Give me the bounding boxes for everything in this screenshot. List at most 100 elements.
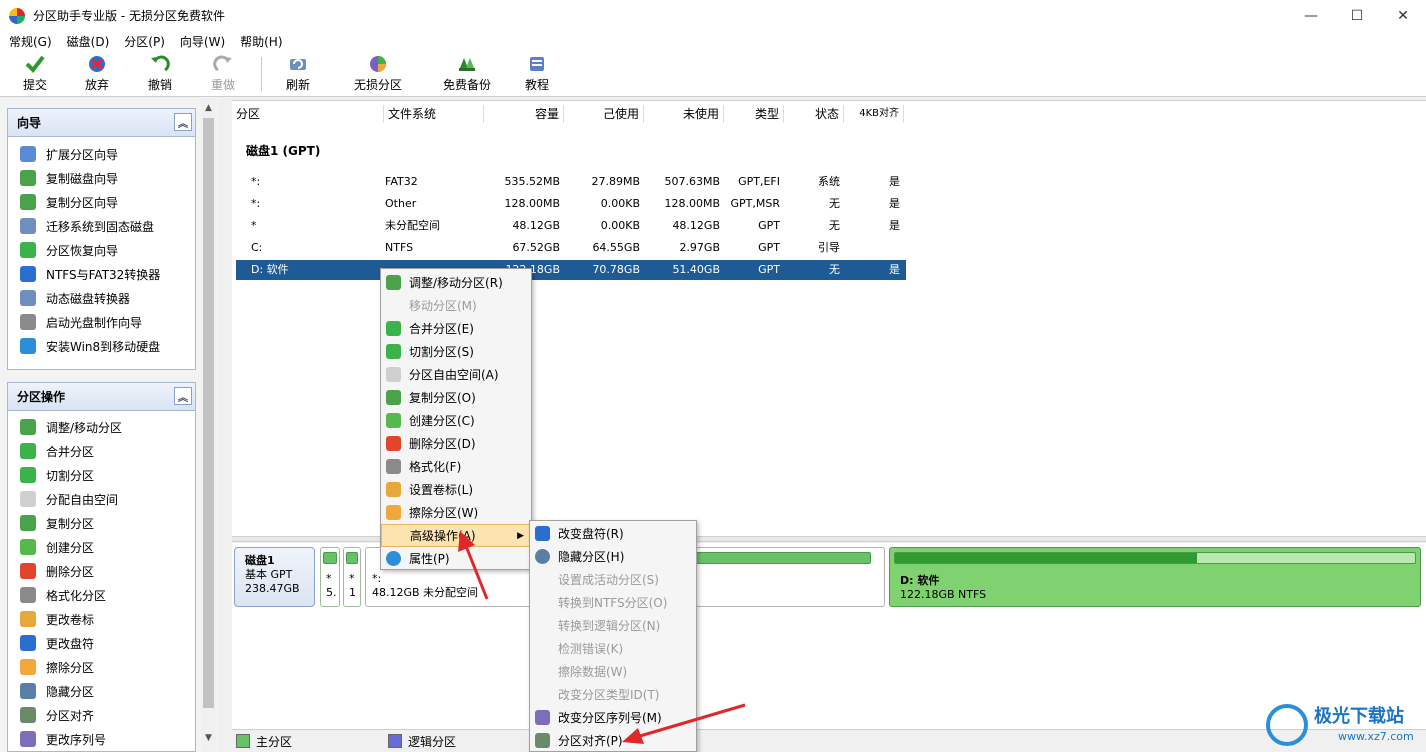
refresh-button[interactable]: 刷新: [281, 54, 315, 94]
sidebar-item-win8-usb[interactable]: 安装Win8到移动硬盘: [8, 334, 195, 358]
sidebar-item-format-partition[interactable]: 格式化分区: [8, 583, 195, 607]
sidebar-item-delete-partition[interactable]: 删除分区: [8, 559, 195, 583]
column-type[interactable]: 类型: [724, 105, 784, 123]
ctx-resize-move[interactable]: 调整/移动分区(R): [381, 271, 531, 294]
ctx-wipe[interactable]: 擦除分区(W): [381, 501, 531, 524]
row-unused: 48.12GB: [672, 219, 720, 232]
sub-set-active[interactable]: 设置成活动分区(S): [530, 568, 696, 591]
ctx-merge[interactable]: 合并分区(E): [381, 317, 531, 340]
partition-block-msr[interactable]: * 1: [343, 547, 361, 607]
column-partition[interactable]: 分区: [232, 105, 384, 123]
align-icon: [535, 733, 550, 748]
table-row[interactable]: * 未分配空间 48.12GB 0.00KB 48.12GB GPT 无 是: [236, 216, 906, 236]
app-logo-icon: [9, 7, 25, 24]
sidebar-item-hide-partition[interactable]: 隐藏分区: [8, 679, 195, 703]
table-row[interactable]: *: Other 128.00MB 0.00KB 128.00MB GPT,MS…: [236, 194, 906, 214]
sidebar-item-copy-partition-wizard[interactable]: 复制分区向导: [8, 190, 195, 214]
menu-general[interactable]: 常规(G): [4, 33, 57, 50]
ctx-properties[interactable]: 属性(P): [381, 547, 531, 570]
row-unused: 128.00MB: [664, 197, 720, 210]
column-status[interactable]: 状态: [784, 105, 844, 123]
column-filesystem[interactable]: 文件系统: [384, 105, 484, 123]
sub-check-errors[interactable]: 检测错误(K): [530, 637, 696, 660]
partition-block-efi[interactable]: * 5.: [320, 547, 340, 607]
ctx-set-label[interactable]: 设置卷标(L): [381, 478, 531, 501]
sidebar-item-label: 迁移系统到固态磁盘: [46, 219, 155, 234]
column-unused[interactable]: 未使用: [644, 105, 724, 123]
sub-change-drive-letter[interactable]: 改变盘符(R): [530, 522, 696, 545]
scrollbar-thumb[interactable]: [203, 118, 214, 708]
split-icon: [386, 344, 401, 359]
sub-partition-align[interactable]: 分区对齐(P): [530, 729, 696, 752]
ctx-copy[interactable]: 复制分区(O): [381, 386, 531, 409]
disk-info-box[interactable]: 磁盘1 基本 GPT 238.47GB: [234, 547, 315, 607]
submit-button[interactable]: 提交: [18, 54, 52, 94]
close-button[interactable]: ✕: [1380, 0, 1426, 31]
undo-button[interactable]: 撤销: [143, 54, 177, 94]
column-4kb-align[interactable]: 4KB对齐: [844, 105, 904, 123]
free-backup-button[interactable]: 免费备份: [439, 54, 495, 94]
menu-help[interactable]: 帮助(H): [235, 33, 287, 50]
sidebar-item-partition-recovery[interactable]: 分区恢复向导: [8, 238, 195, 262]
minimize-button[interactable]: —: [1288, 0, 1334, 31]
sub-change-serial[interactable]: 改变分区序列号(M): [530, 706, 696, 729]
sidebar-item-change-label[interactable]: 更改卷标: [8, 607, 195, 631]
sidebar-item-label: 更改盘符: [46, 636, 95, 651]
ctx-create[interactable]: 创建分区(C): [381, 409, 531, 432]
sidebar-item-merge[interactable]: 合并分区: [8, 439, 195, 463]
sidebar-item-migrate-ssd[interactable]: 迁移系统到固态磁盘: [8, 214, 195, 238]
sidebar-scrollbar[interactable]: ▲ ▼: [201, 98, 216, 752]
sidebar-item-extend-wizard[interactable]: 扩展分区向导: [8, 142, 195, 166]
redo-label: 重做: [210, 78, 235, 92]
sidebar-item-dynamic-disk-converter[interactable]: 动态磁盘转换器: [8, 286, 195, 310]
ctx-format[interactable]: 格式化(F): [381, 455, 531, 478]
sub-convert-logical[interactable]: 转换到逻辑分区(N): [530, 614, 696, 637]
table-row-selected[interactable]: D: 软件 122.18GB 70.78GB 51.40GB GPT 无 是: [236, 260, 906, 280]
sidebar-item-resize-move[interactable]: 调整/移动分区: [8, 415, 195, 439]
scroll-up-icon[interactable]: ▲: [201, 100, 216, 115]
wizard-section-title: 向导: [17, 116, 42, 130]
sidebar-item-copy-disk-wizard[interactable]: 复制磁盘向导: [8, 166, 195, 190]
sidebar-item-allocate-free-space[interactable]: 分配自由空间: [8, 487, 195, 511]
ctx-move[interactable]: 移动分区(M): [381, 294, 531, 317]
sidebar-item-bootable-cd[interactable]: 启动光盘制作向导: [8, 310, 195, 334]
lossless-partition-button[interactable]: 无损分区: [350, 54, 406, 94]
ctx-allocate[interactable]: 分区自由空间(A): [381, 363, 531, 386]
create-icon: [20, 539, 36, 555]
menu-disk[interactable]: 磁盘(D): [62, 33, 115, 50]
ctx-split[interactable]: 切割分区(S): [381, 340, 531, 363]
sidebar-item-copy-partition[interactable]: 复制分区: [8, 511, 195, 535]
sub-convert-ntfs[interactable]: 转换到NTFS分区(O): [530, 591, 696, 614]
sidebar-item-change-serial[interactable]: 更改序列号: [8, 727, 195, 751]
row-used: 27.89MB: [591, 175, 640, 188]
collapse-ops-button[interactable]: ︽: [174, 387, 192, 405]
sidebar-item-split[interactable]: 切割分区: [8, 463, 195, 487]
scroll-down-icon[interactable]: ▼: [201, 730, 216, 745]
sidebar-item-partition-align[interactable]: 分区对齐: [8, 703, 195, 727]
sub-change-type-id[interactable]: 改变分区类型ID(T): [530, 683, 696, 706]
collapse-wizard-button[interactable]: ︽: [174, 113, 192, 131]
sidebar-item-ntfs-fat32-converter[interactable]: NTFS与FAT32转换器: [8, 262, 195, 286]
partition-block-d[interactable]: D: 软件 122.18GB NTFS: [889, 547, 1421, 607]
menu-partition[interactable]: 分区(P): [119, 33, 170, 50]
sub-wipe-data[interactable]: 擦除数据(W): [530, 660, 696, 683]
ctx-advanced[interactable]: 高级操作(A) ▶: [381, 524, 531, 547]
menu-wizard[interactable]: 向导(W): [175, 33, 230, 50]
column-used[interactable]: 己使用: [564, 105, 644, 123]
ctx-delete[interactable]: 删除分区(D): [381, 432, 531, 455]
sub-hide-partition[interactable]: 隐藏分区(H): [530, 545, 696, 568]
backup-icon: [456, 54, 478, 74]
tutorial-button[interactable]: 教程: [520, 54, 554, 94]
sidebar-item-create-partition[interactable]: 创建分区: [8, 535, 195, 559]
discard-button[interactable]: 放弃: [80, 54, 114, 94]
maximize-button[interactable]: ☐: [1334, 0, 1380, 31]
row-partition: *: [251, 219, 257, 232]
column-capacity[interactable]: 容量: [484, 105, 564, 123]
redo-button[interactable]: 重做: [206, 54, 240, 94]
sidebar-item-change-drive-letter[interactable]: 更改盘符: [8, 631, 195, 655]
sidebar-item-wipe-partition[interactable]: 擦除分区: [8, 655, 195, 679]
table-row[interactable]: C: NTFS 67.52GB 64.55GB 2.97GB GPT 引导: [236, 238, 906, 258]
table-row[interactable]: *: FAT32 535.52MB 27.89MB 507.63MB GPT,E…: [236, 172, 906, 192]
sub-label: 改变盘符(R): [558, 527, 624, 541]
wipe-icon: [386, 505, 401, 520]
